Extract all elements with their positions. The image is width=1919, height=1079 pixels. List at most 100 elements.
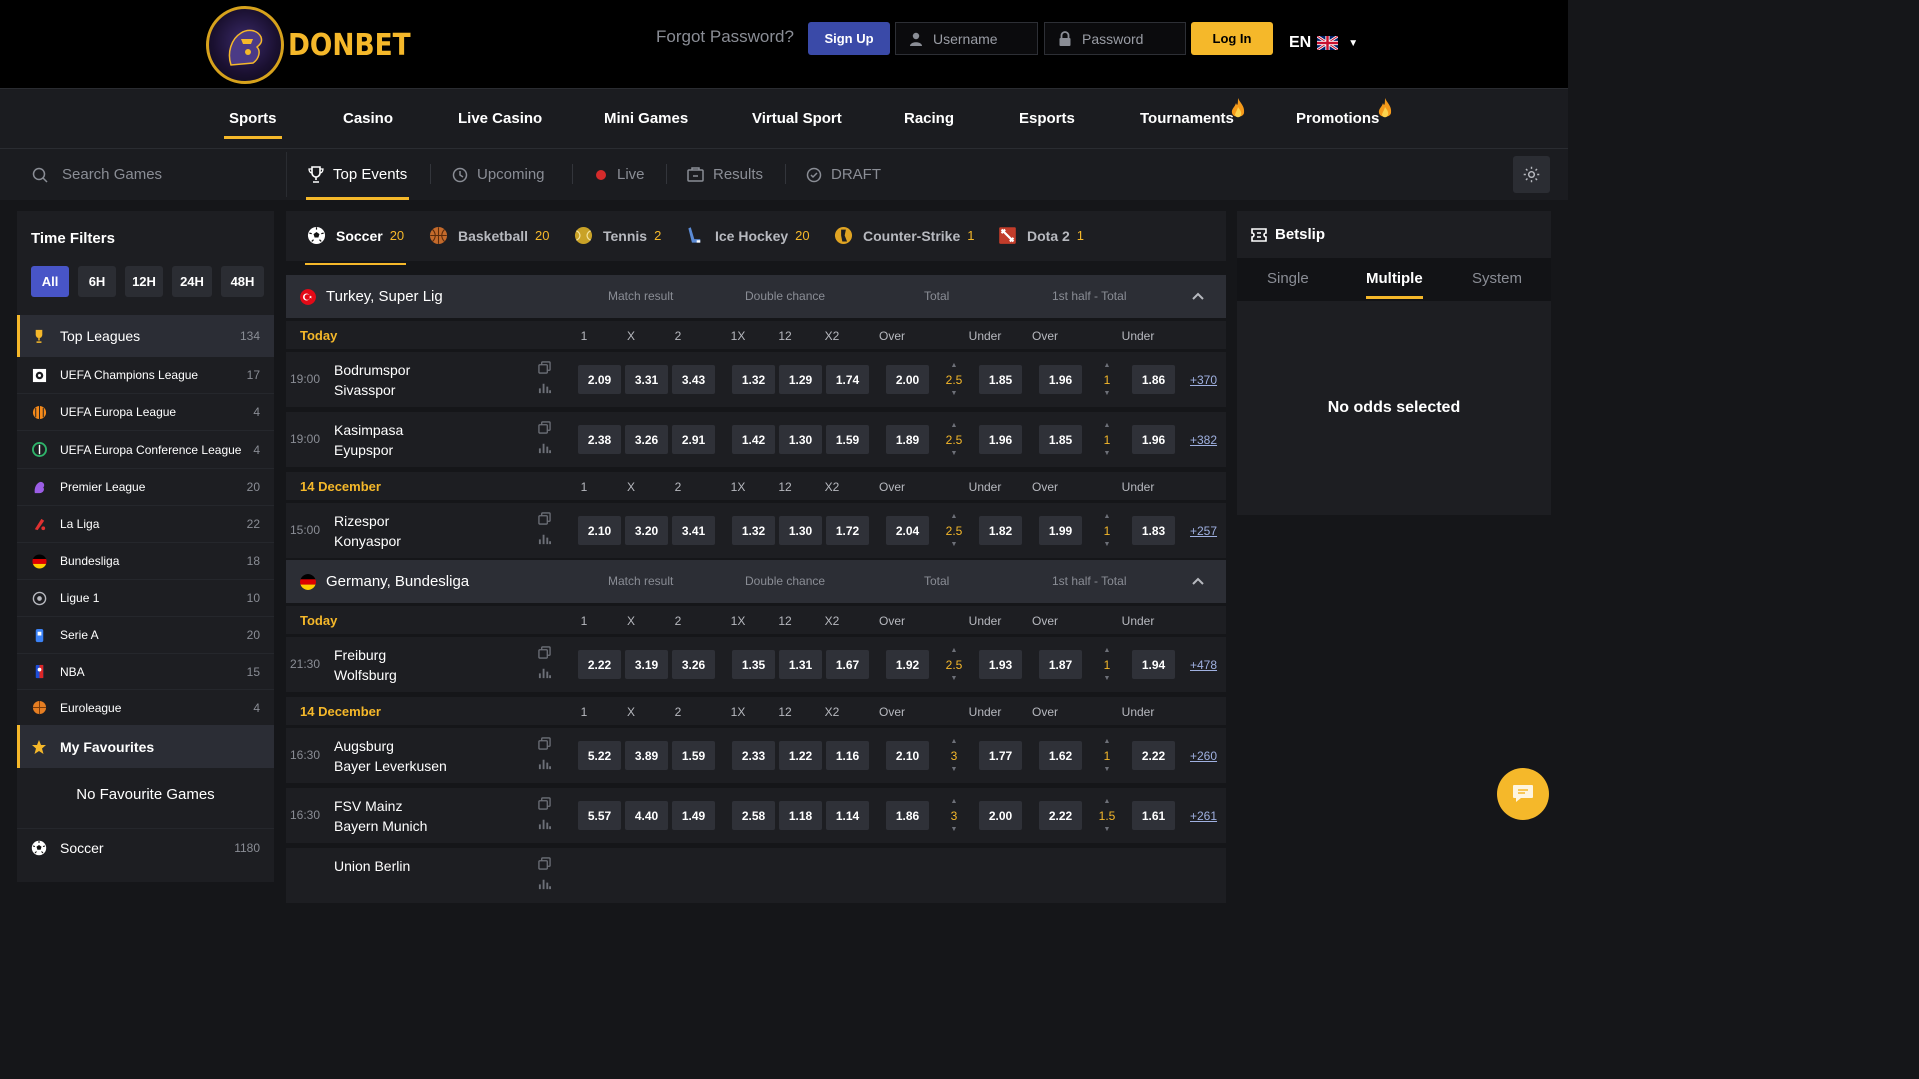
betslip-tab-single[interactable]: Single bbox=[1267, 270, 1309, 287]
chevron-up-icon[interactable]: ▲ bbox=[1104, 362, 1111, 369]
odds-button[interactable]: 1.86 bbox=[886, 801, 929, 830]
odds-button[interactable]: 2.09 bbox=[578, 365, 621, 394]
stats-icon[interactable] bbox=[538, 757, 551, 775]
tab-live[interactable]: Live bbox=[594, 166, 645, 183]
nav-sports[interactable]: Sports bbox=[224, 110, 281, 139]
match-teams[interactable]: Augsburg Bayer Leverkusen bbox=[334, 736, 447, 776]
nav-tournaments[interactable]: Tournaments bbox=[1140, 98, 1245, 127]
odds-button[interactable]: 1.67 bbox=[826, 650, 869, 679]
odds-button[interactable]: 3.20 bbox=[625, 516, 668, 545]
nav-casino[interactable]: Casino bbox=[343, 110, 393, 127]
time-filter-all[interactable]: All bbox=[31, 266, 69, 297]
sidebar-item-premier-league[interactable]: Premier League 20 bbox=[17, 469, 274, 506]
sidebar-my-favourites[interactable]: My Favourites bbox=[17, 725, 274, 768]
sidebar-item-uecl[interactable]: UEFA Europa Conference League 4 bbox=[17, 431, 274, 469]
sidebar-item-euroleague[interactable]: Euroleague 4 bbox=[17, 690, 274, 725]
copy-icon[interactable] bbox=[538, 646, 551, 664]
betslip-tab-multiple[interactable]: Multiple bbox=[1366, 270, 1423, 299]
copy-icon[interactable] bbox=[538, 421, 551, 439]
chevron-up-icon[interactable]: ▲ bbox=[1104, 647, 1111, 654]
chevron-up-icon[interactable]: ▲ bbox=[1104, 738, 1111, 745]
handicap-selector[interactable]: ▲ 1 ▼ bbox=[1097, 422, 1117, 457]
copy-icon[interactable] bbox=[538, 361, 551, 379]
odds-button[interactable]: 3.89 bbox=[625, 741, 668, 770]
chevron-up-icon[interactable]: ▲ bbox=[951, 362, 958, 369]
handicap-selector[interactable]: ▲ 1 ▼ bbox=[1097, 647, 1117, 682]
stats-icon[interactable] bbox=[538, 532, 551, 550]
chevron-up-icon[interactable]: ▲ bbox=[951, 738, 958, 745]
odds-button[interactable]: 1.82 bbox=[979, 516, 1022, 545]
odds-button[interactable]: 3.19 bbox=[625, 650, 668, 679]
match-teams[interactable]: Rizespor Konyaspor bbox=[334, 511, 401, 551]
username-field[interactable]: Username bbox=[895, 22, 1038, 55]
handicap-selector[interactable]: ▲ 3 ▼ bbox=[944, 798, 964, 833]
logo[interactable]: DONBET bbox=[206, 6, 427, 84]
chevron-down-icon[interactable]: ▼ bbox=[951, 766, 958, 773]
forgot-password-link[interactable]: Forgot Password? bbox=[656, 27, 794, 47]
odds-button[interactable]: 1.35 bbox=[732, 650, 775, 679]
handicap-selector[interactable]: ▲ 3 ▼ bbox=[944, 738, 964, 773]
handicap-selector[interactable]: ▲ 1 ▼ bbox=[1097, 513, 1117, 548]
time-filter-6h[interactable]: 6H bbox=[78, 266, 116, 297]
odds-button[interactable]: 1.61 bbox=[1132, 801, 1175, 830]
odds-button[interactable]: 5.22 bbox=[578, 741, 621, 770]
odds-button[interactable]: 1.62 bbox=[1039, 741, 1082, 770]
odds-button[interactable]: 1.77 bbox=[979, 741, 1022, 770]
odds-button[interactable]: 1.86 bbox=[1132, 365, 1175, 394]
stats-icon[interactable] bbox=[538, 877, 551, 895]
odds-button[interactable]: 1.92 bbox=[886, 650, 929, 679]
sport-tab-soccer[interactable]: Soccer 20 bbox=[304, 226, 407, 265]
search-input[interactable]: Search Games bbox=[32, 166, 162, 183]
chevron-down-icon[interactable]: ▼ bbox=[951, 675, 958, 682]
match-teams[interactable]: Freiburg Wolfsburg bbox=[334, 645, 397, 685]
sport-tab-basketball[interactable]: Basketball 20 bbox=[429, 226, 550, 245]
sidebar-item-soccer[interactable]: Soccer 1180 bbox=[17, 828, 274, 866]
handicap-selector[interactable]: ▲ 2.5 ▼ bbox=[944, 422, 964, 457]
odds-button[interactable]: 2.58 bbox=[732, 801, 775, 830]
nav-mini-games[interactable]: Mini Games bbox=[604, 110, 688, 127]
handicap-selector[interactable]: ▲ 2.5 ▼ bbox=[944, 362, 964, 397]
odds-button[interactable]: 1.72 bbox=[826, 516, 869, 545]
odds-button[interactable]: 2.38 bbox=[578, 425, 621, 454]
odds-button[interactable]: 1.83 bbox=[1132, 516, 1175, 545]
odds-button[interactable]: 3.26 bbox=[625, 425, 668, 454]
signup-button[interactable]: Sign Up bbox=[808, 22, 890, 55]
odds-button[interactable]: 3.43 bbox=[672, 365, 715, 394]
odds-button[interactable]: 1.94 bbox=[1132, 650, 1175, 679]
stats-icon[interactable] bbox=[538, 666, 551, 684]
tab-results[interactable]: Results bbox=[687, 166, 763, 183]
time-filter-12h[interactable]: 12H bbox=[125, 266, 163, 297]
chevron-up-icon[interactable] bbox=[1191, 288, 1205, 306]
odds-button[interactable]: 2.10 bbox=[886, 741, 929, 770]
odds-button[interactable]: 4.40 bbox=[625, 801, 668, 830]
chevron-down-icon[interactable]: ▼ bbox=[1104, 675, 1111, 682]
odds-button[interactable]: 2.22 bbox=[1132, 741, 1175, 770]
odds-button[interactable]: 1.29 bbox=[779, 365, 822, 394]
match-teams[interactable]: Bodrumspor Sivasspor bbox=[334, 360, 410, 400]
league-header[interactable]: Turkey, Super Lig Match result Double chan… bbox=[286, 275, 1226, 318]
nav-esports[interactable]: Esports bbox=[1019, 110, 1075, 127]
odds-button[interactable]: 1.16 bbox=[826, 741, 869, 770]
more-markets-link[interactable]: +260 bbox=[1190, 749, 1217, 763]
tab-top-events[interactable]: Top Events bbox=[305, 166, 410, 200]
odds-button[interactable]: 1.96 bbox=[1039, 365, 1082, 394]
copy-icon[interactable] bbox=[538, 797, 551, 815]
odds-button[interactable]: 2.10 bbox=[578, 516, 621, 545]
odds-button[interactable]: 1.59 bbox=[826, 425, 869, 454]
odds-button[interactable]: 2.33 bbox=[732, 741, 775, 770]
sidebar-item-ucl[interactable]: UEFA Champions League 17 bbox=[17, 357, 274, 394]
language-selector[interactable]: EN ▼ bbox=[1289, 34, 1358, 52]
chevron-down-icon[interactable]: ▼ bbox=[951, 826, 958, 833]
odds-button[interactable]: 1.85 bbox=[1039, 425, 1082, 454]
chevron-up-icon[interactable]: ▲ bbox=[951, 513, 958, 520]
chevron-down-icon[interactable]: ▼ bbox=[951, 390, 958, 397]
time-filter-24h[interactable]: 24H bbox=[172, 266, 212, 297]
odds-button[interactable]: 5.57 bbox=[578, 801, 621, 830]
odds-button[interactable]: 1.93 bbox=[979, 650, 1022, 679]
chevron-down-icon[interactable]: ▼ bbox=[1104, 826, 1111, 833]
odds-button[interactable]: 1.74 bbox=[826, 365, 869, 394]
nav-virtual-sport[interactable]: Virtual Sport bbox=[752, 110, 842, 127]
odds-button[interactable]: 1.18 bbox=[779, 801, 822, 830]
chevron-up-icon[interactable] bbox=[1191, 573, 1205, 591]
handicap-selector[interactable]: ▲ 2.5 ▼ bbox=[944, 647, 964, 682]
